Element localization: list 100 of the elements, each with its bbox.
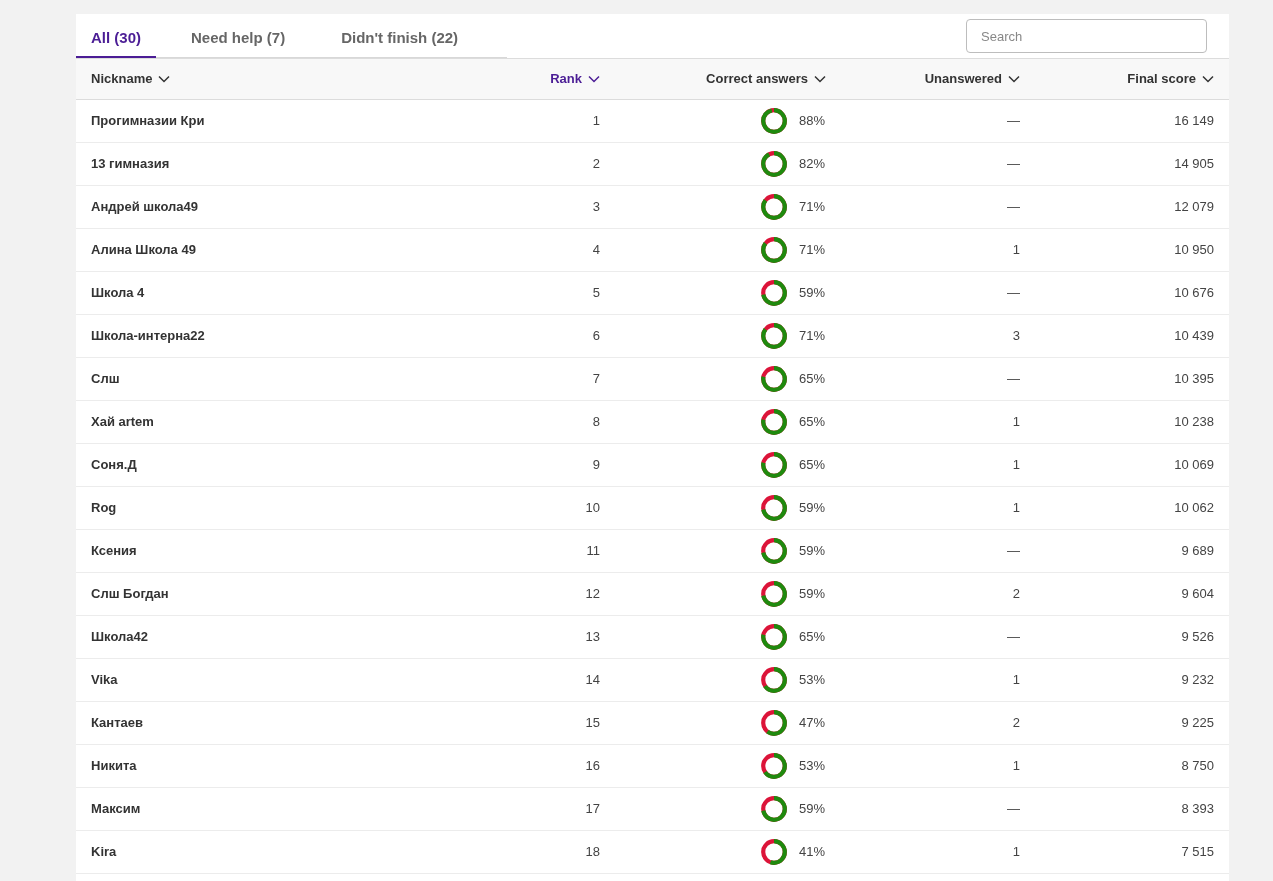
search-field[interactable]: Search <box>966 19 1207 53</box>
percent-text: 41% <box>797 843 825 862</box>
unanswered-cell-text: 1 <box>1012 413 1020 432</box>
nickname-cell-text: Соня.Д <box>91 456 137 475</box>
nickname-cell-text: Ксения <box>91 542 137 561</box>
score-cell-text: 16 149 <box>1174 112 1214 131</box>
rank-cell-text: 6 <box>592 327 600 346</box>
nickname-cell-text: Прогимназии Кри <box>91 112 205 131</box>
donut-progress-icon <box>761 796 787 822</box>
donut-progress-icon <box>761 495 787 521</box>
tab[interactable]: Didn't finish (22) <box>326 20 474 58</box>
nickname-cell-text: Rog <box>91 499 117 518</box>
nickname-cell-text: Максим <box>91 800 141 819</box>
donut-progress-icon <box>761 194 787 220</box>
donut-progress-icon <box>761 108 787 134</box>
donut-progress-icon <box>761 237 787 263</box>
nickname-cell-text: Kira <box>91 843 117 862</box>
score-cell-text: 9 526 <box>1181 628 1214 647</box>
percent-text: 65% <box>797 628 825 647</box>
score-cell-text: 8 750 <box>1181 757 1214 776</box>
rank-cell-text: 10 <box>585 499 600 518</box>
unanswered-cell-text: — <box>1007 284 1020 303</box>
rank-cell-text: 8 <box>592 413 600 432</box>
percent-text: 59% <box>797 284 825 303</box>
caret-icon <box>814 75 826 83</box>
donut-progress-icon <box>761 624 787 650</box>
donut-progress-icon <box>761 409 787 435</box>
unanswered-cell-text: 1 <box>1012 671 1020 690</box>
unanswered-cell-text: — <box>1007 800 1020 819</box>
unanswered-cell-text: 1 <box>1012 499 1020 518</box>
rank-cell-text: 7 <box>592 370 600 389</box>
unanswered-cell-text: 2 <box>1012 714 1020 733</box>
score-cell-text: 10 676 <box>1174 284 1214 303</box>
percent-text: 71% <box>797 241 825 260</box>
unanswered-cell-text: 1 <box>1012 843 1020 862</box>
score-cell-text: 10 238 <box>1174 413 1214 432</box>
score-cell-text: 14 905 <box>1174 155 1214 174</box>
tab[interactable]: Need help (7) <box>176 20 301 58</box>
nickname-cell-text: Слш <box>91 370 120 389</box>
caret-icon <box>588 75 600 83</box>
score-cell-text: 9 689 <box>1181 542 1214 561</box>
nickname-cell-text: Хай artem <box>91 413 154 432</box>
percent-text: 53% <box>797 671 825 690</box>
rank-cell-text: 9 <box>592 456 600 475</box>
unanswered-cell-text: — <box>1007 370 1020 389</box>
rank-cell-text: 14 <box>585 671 600 690</box>
unanswered-cell-text: — <box>1007 112 1020 131</box>
nickname-cell-text: Vika <box>91 671 118 690</box>
donut-progress-icon <box>761 538 787 564</box>
nickname-cell-text: Школа 4 <box>91 284 145 303</box>
nickname-cell-text: Андрей школа49 <box>91 198 198 217</box>
donut-progress-icon <box>761 151 787 177</box>
column-header[interactable]: Nickname <box>91 69 171 89</box>
donut-progress-icon <box>761 280 787 306</box>
percent-text: 47% <box>797 714 825 733</box>
donut-progress-icon <box>761 581 787 607</box>
score-cell-text: 9 232 <box>1181 671 1214 690</box>
percent-text: 65% <box>797 413 825 432</box>
donut-progress-icon <box>761 667 787 693</box>
rank-cell-text: 12 <box>585 585 600 604</box>
donut-progress-icon <box>761 839 787 865</box>
percent-text: 59% <box>797 542 825 561</box>
nickname-cell-text: 13 гимназия <box>91 155 170 174</box>
rank-cell-text: 1 <box>592 112 600 131</box>
unanswered-cell-text: 1 <box>1012 456 1020 475</box>
percent-text: 71% <box>797 327 825 346</box>
column-header[interactable]: Unanswered <box>924 69 1020 89</box>
rank-cell-text: 16 <box>585 757 600 776</box>
rank-cell-text: 17 <box>585 800 600 819</box>
unanswered-cell-text: 1 <box>1012 757 1020 776</box>
score-cell-text: 12 079 <box>1174 198 1214 217</box>
score-cell-text: 9 604 <box>1181 585 1214 604</box>
unanswered-cell-text: — <box>1007 628 1020 647</box>
rank-cell-text: 3 <box>592 198 600 217</box>
unanswered-cell-text: — <box>1007 155 1020 174</box>
unanswered-cell-text: — <box>1007 542 1020 561</box>
percent-text: 65% <box>797 370 825 389</box>
unanswered-cell-text: — <box>1007 198 1020 217</box>
column-header[interactable]: Rank <box>550 69 600 89</box>
percent-text: 65% <box>797 456 825 475</box>
score-cell-text: 10 062 <box>1174 499 1214 518</box>
rank-cell-text: 5 <box>592 284 600 303</box>
column-header[interactable]: Correct answers <box>706 69 826 89</box>
percent-text: 82% <box>797 155 825 174</box>
score-cell-text: 10 395 <box>1174 370 1214 389</box>
score-cell-text: 10 069 <box>1174 456 1214 475</box>
donut-progress-icon <box>761 753 787 779</box>
caret-icon <box>1008 75 1020 83</box>
rank-cell-text: 4 <box>592 241 600 260</box>
score-cell-text: 7 515 <box>1181 843 1214 862</box>
rank-cell-text: 13 <box>585 628 600 647</box>
nickname-cell-text: Кантаев <box>91 714 143 733</box>
unanswered-cell-text: 3 <box>1012 327 1020 346</box>
donut-progress-icon <box>761 323 787 349</box>
column-header[interactable]: Final score <box>1127 69 1214 89</box>
percent-text: 59% <box>797 585 825 604</box>
rank-cell-text: 2 <box>592 155 600 174</box>
donut-progress-icon <box>761 710 787 736</box>
nickname-cell-text: Алина Школа 49 <box>91 241 196 260</box>
percent-text: 59% <box>797 800 825 819</box>
